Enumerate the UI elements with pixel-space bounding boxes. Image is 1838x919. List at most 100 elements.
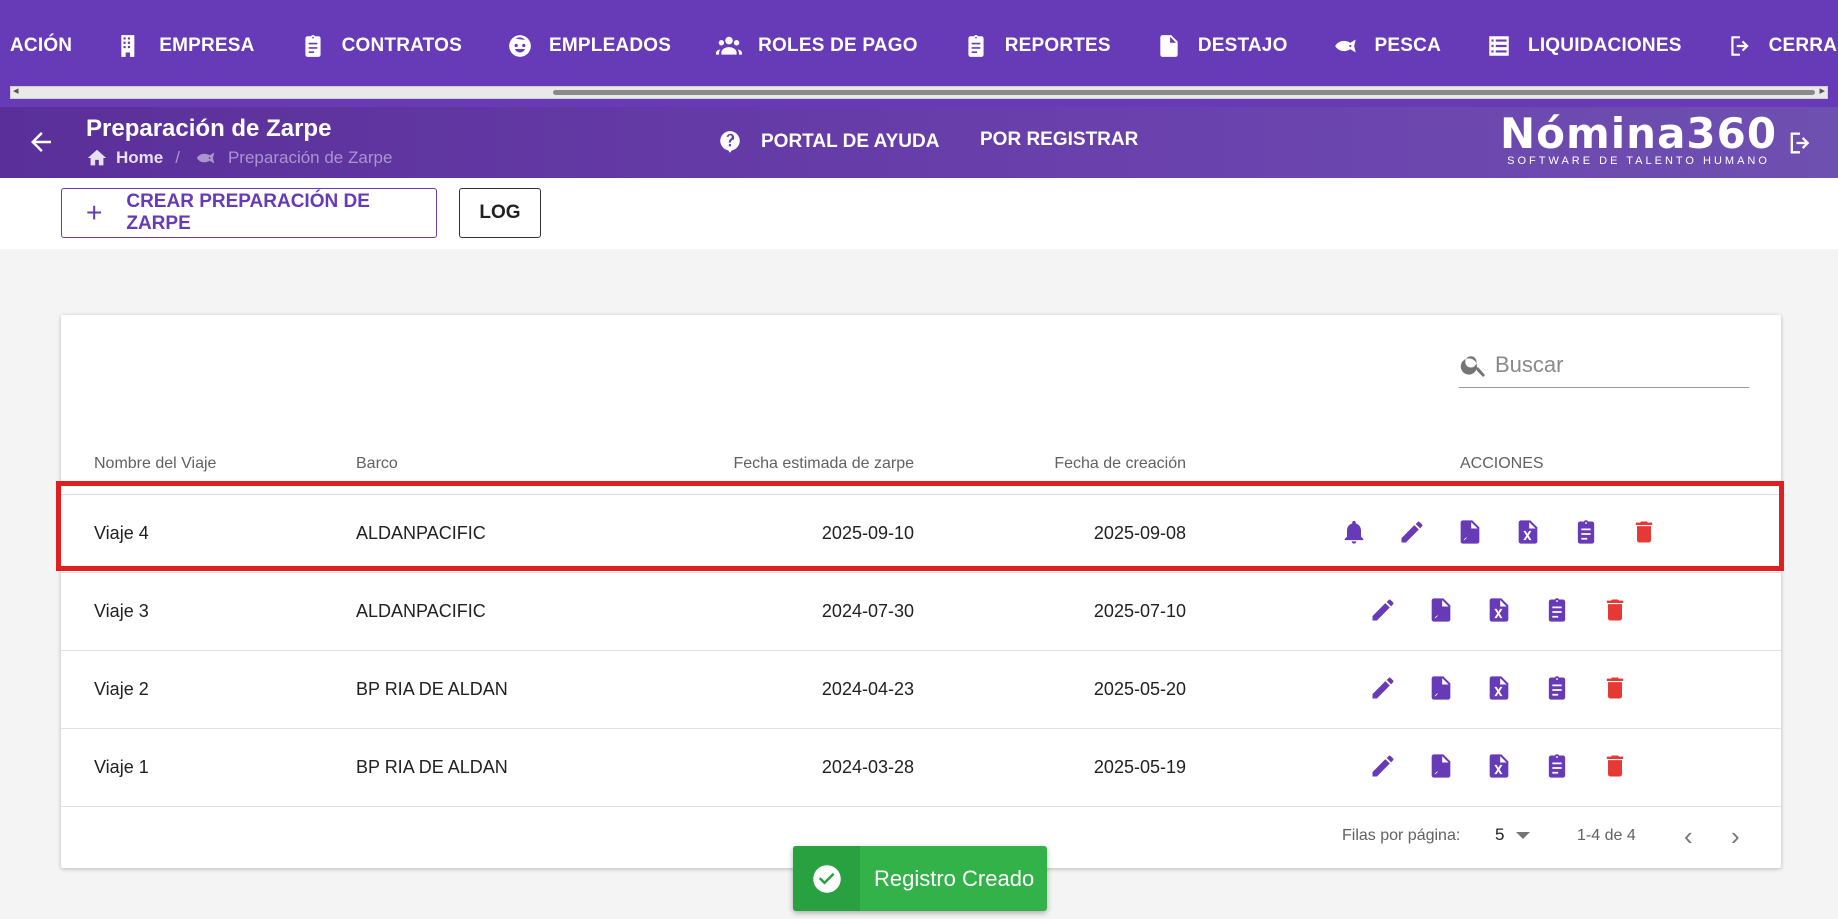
edit-button[interactable] [1369,593,1397,627]
check-circle-icon [812,864,841,893]
breadcrumb-current: Preparación de Zarpe [227,148,393,167]
nav-item-empleados[interactable]: EMPLEADOS [507,33,671,59]
excel-file-icon [1489,598,1509,622]
trash-icon [1606,677,1624,699]
cell-fecha-zarpe: 2024-04-23 [821,679,914,699]
clipboard-icon [305,35,321,57]
prev-page-button[interactable]: ‹ [1684,823,1693,849]
trash-icon [1606,599,1624,621]
toast-message: Registro Creado [874,865,1035,891]
next-page-button[interactable]: › [1731,823,1740,849]
cell-fecha-creacion: 2025-05-19 [1093,757,1186,777]
nav-item-roles-de-pago[interactable]: ROLES DE PAGO [716,33,918,59]
export-pdf-button[interactable] [1427,749,1455,783]
rows-per-page-label: Filas por página: [1342,827,1461,844]
nav-item-pesca[interactable]: PESCA [1333,33,1441,59]
create-zarpe-button[interactable]: + CREAR PREPARACIÓN DE ZARPE [61,188,437,238]
column-header-acciones: ACCIONES [1460,455,1544,472]
breadcrumb: Home / Preparación de Zarpe [86,147,392,169]
pencil-icon [1372,677,1394,699]
row-actions [1369,671,1659,705]
edit-button[interactable] [1369,671,1397,705]
nav-item-destajo[interactable]: DESTAJO [1156,33,1288,59]
logout-button[interactable] [1786,129,1814,162]
cell-barco: BP RIA DE ALDAN [356,679,508,699]
details-button[interactable] [1543,749,1571,783]
cell-fecha-creacion: 2025-05-20 [1093,679,1186,699]
nav-item-liquidaciones[interactable]: LIQUIDACIONES [1486,33,1682,59]
table-row[interactable]: Viaje 3 ALDANPACIFIC 2024-07-30 2025-07-… [61,573,1781,651]
delete-button[interactable] [1601,593,1629,627]
plus-icon: + [86,197,103,228]
column-header-fecha-zarpe[interactable]: Fecha estimada de zarpe [661,455,914,473]
cell-barco: BP RIA DE ALDAN [356,757,508,777]
pagination-range: 1-4 de 4 [1577,827,1636,844]
column-header-nombre[interactable]: Nombre del Viaje [94,455,216,473]
table-row[interactable]: Viaje 2 BP RIA DE ALDAN 2024-04-23 2025-… [61,651,1781,729]
top-navigation: ACIÓN EMPRESA CONTRATOS EMPLEADOS ROLES … [0,0,1838,107]
search-input[interactable] [1495,352,1735,378]
cell-fecha-zarpe: 2024-03-28 [821,757,914,777]
nav-item-reportes[interactable]: REPORTES [963,33,1111,59]
nav-items: ACIÓN EMPRESA CONTRATOS EMPLEADOS ROLES … [0,0,1838,92]
delete-button[interactable] [1601,749,1629,783]
help-icon [720,131,740,153]
scroll-left-icon[interactable]: ◂ [13,84,19,97]
logo-subtitle: SOFTWARE DE TALENTO HUMANO [1507,155,1770,168]
nav-item-contratos[interactable]: CONTRATOS [300,33,462,59]
logout-icon [1790,132,1810,154]
success-toast: Registro Creado [793,846,1047,911]
pencil-icon [1372,755,1394,777]
cell-nombre: Viaje 1 [94,757,149,777]
clipboard-icon [1548,598,1566,622]
export-excel-button[interactable] [1485,593,1513,627]
export-pdf-button[interactable] [1427,671,1455,705]
export-excel-button[interactable] [1485,749,1513,783]
column-header-fecha-creacion[interactable]: Fecha de creación [941,455,1186,473]
cell-fecha-zarpe: 2024-07-30 [821,601,914,621]
cell-nombre: Viaje 2 [94,679,149,699]
nav-item-cut[interactable]: ACIÓN [10,35,72,57]
details-button[interactable] [1543,593,1571,627]
table-row[interactable]: Viaje 1 BP RIA DE ALDAN 2024-03-28 2025-… [61,729,1781,807]
toast-icon-box [793,846,860,911]
nav-item-empresa[interactable]: EMPRESA [117,33,254,59]
pencil-icon [1372,599,1394,621]
face-icon [509,35,531,57]
por-registrar-link[interactable]: POR REGISTRAR [980,129,1138,151]
search-icon [1460,356,1485,377]
clipboard-icon [1548,676,1566,700]
column-header-barco[interactable]: Barco [356,455,398,473]
log-button[interactable]: LOG [459,188,541,238]
page-header: Preparación de Zarpe Home / Preparación … [0,107,1838,178]
list-icon [1489,36,1509,56]
nav-item-cerrar-sesion[interactable]: CERRAR SESIÓN [1727,33,1838,59]
breadcrumb-home[interactable]: Home [116,148,163,168]
row-actions [1369,749,1659,783]
edit-button[interactable] [1369,749,1397,783]
excel-file-icon [1489,754,1509,778]
scrollbar-thumb[interactable] [553,90,1815,95]
horizontal-scrollbar[interactable]: ◂ ▸ [10,84,1828,99]
building-icon [121,35,135,57]
arrow-left-icon [31,132,51,152]
delete-button[interactable] [1601,671,1629,705]
breadcrumb-separator: / [175,148,180,167]
cell-nombre: Viaje 3 [94,601,149,621]
export-excel-button[interactable] [1485,671,1513,705]
zarpe-table-card: Nombre del Viaje Barco Fecha estimada de… [61,315,1781,868]
clipboard-icon [1548,754,1566,778]
document-icon [1160,35,1178,57]
details-button[interactable] [1543,671,1571,705]
export-pdf-button[interactable] [1427,593,1455,627]
home-icon [87,149,107,166]
help-portal-link[interactable]: PORTAL DE AYUDA [717,129,939,155]
back-button[interactable] [26,127,56,157]
logout-icon [1730,36,1749,56]
fish-icon [1334,39,1356,53]
excel-file-icon [1489,676,1509,700]
rows-per-page-select[interactable]: 5 [1495,825,1531,845]
group-icon [716,36,743,55]
logo: Nómina360 SOFTWARE DE TALENTO HUMANO [1500,110,1777,168]
scroll-right-icon[interactable]: ▸ [1819,84,1825,97]
